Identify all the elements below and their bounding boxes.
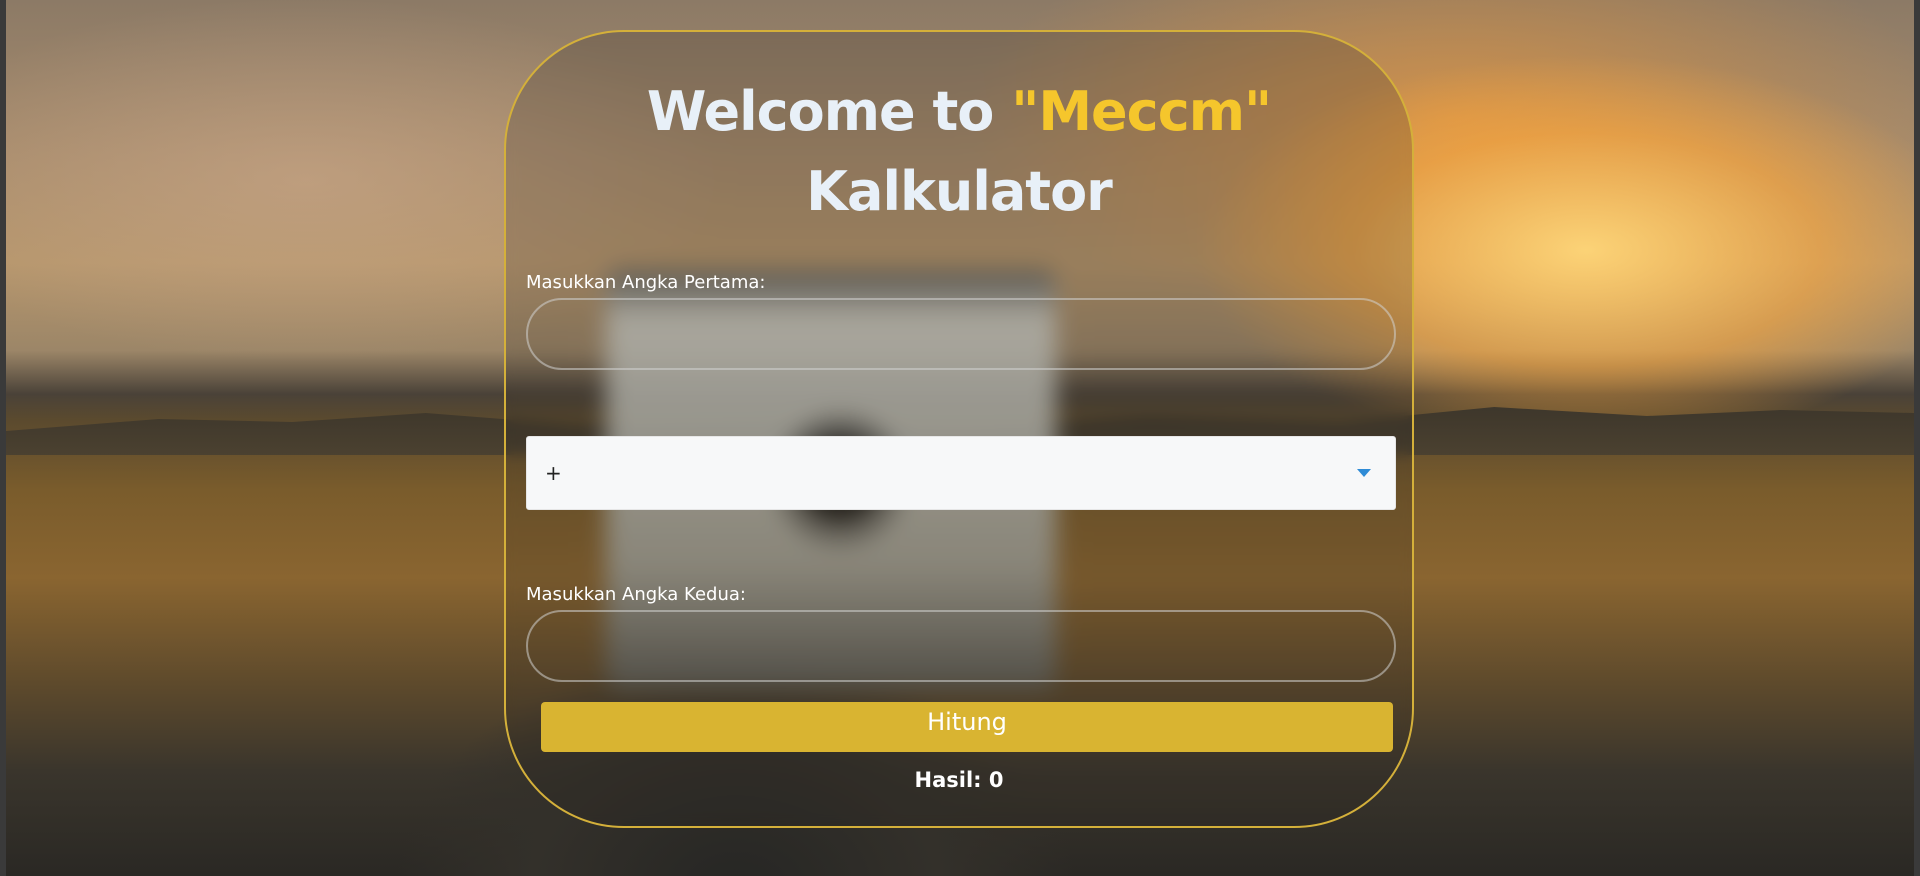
title-prefix: Welcome to	[646, 80, 1012, 143]
first-number-label: Masukkan Angka Pertama:	[526, 272, 766, 293]
second-number-input[interactable]	[526, 610, 1396, 682]
title-suffix: Kalkulator	[806, 160, 1113, 223]
operator-selected-value: +	[545, 461, 562, 485]
calculator-card: Welcome to "Meccm" Kalkulator Masukkan A…	[504, 30, 1414, 828]
title-brand: "Meccm"	[1011, 80, 1272, 143]
operator-select[interactable]: +	[526, 436, 1396, 510]
second-number-label: Masukkan Angka Kedua:	[526, 584, 746, 605]
result-text: Hasil: 0	[914, 768, 1004, 792]
hitung-button[interactable]: Hitung	[541, 702, 1393, 752]
page-title: Welcome to "Meccm" Kalkulator	[506, 72, 1412, 232]
caret-down-icon	[1357, 469, 1371, 477]
first-number-input[interactable]	[526, 298, 1396, 370]
